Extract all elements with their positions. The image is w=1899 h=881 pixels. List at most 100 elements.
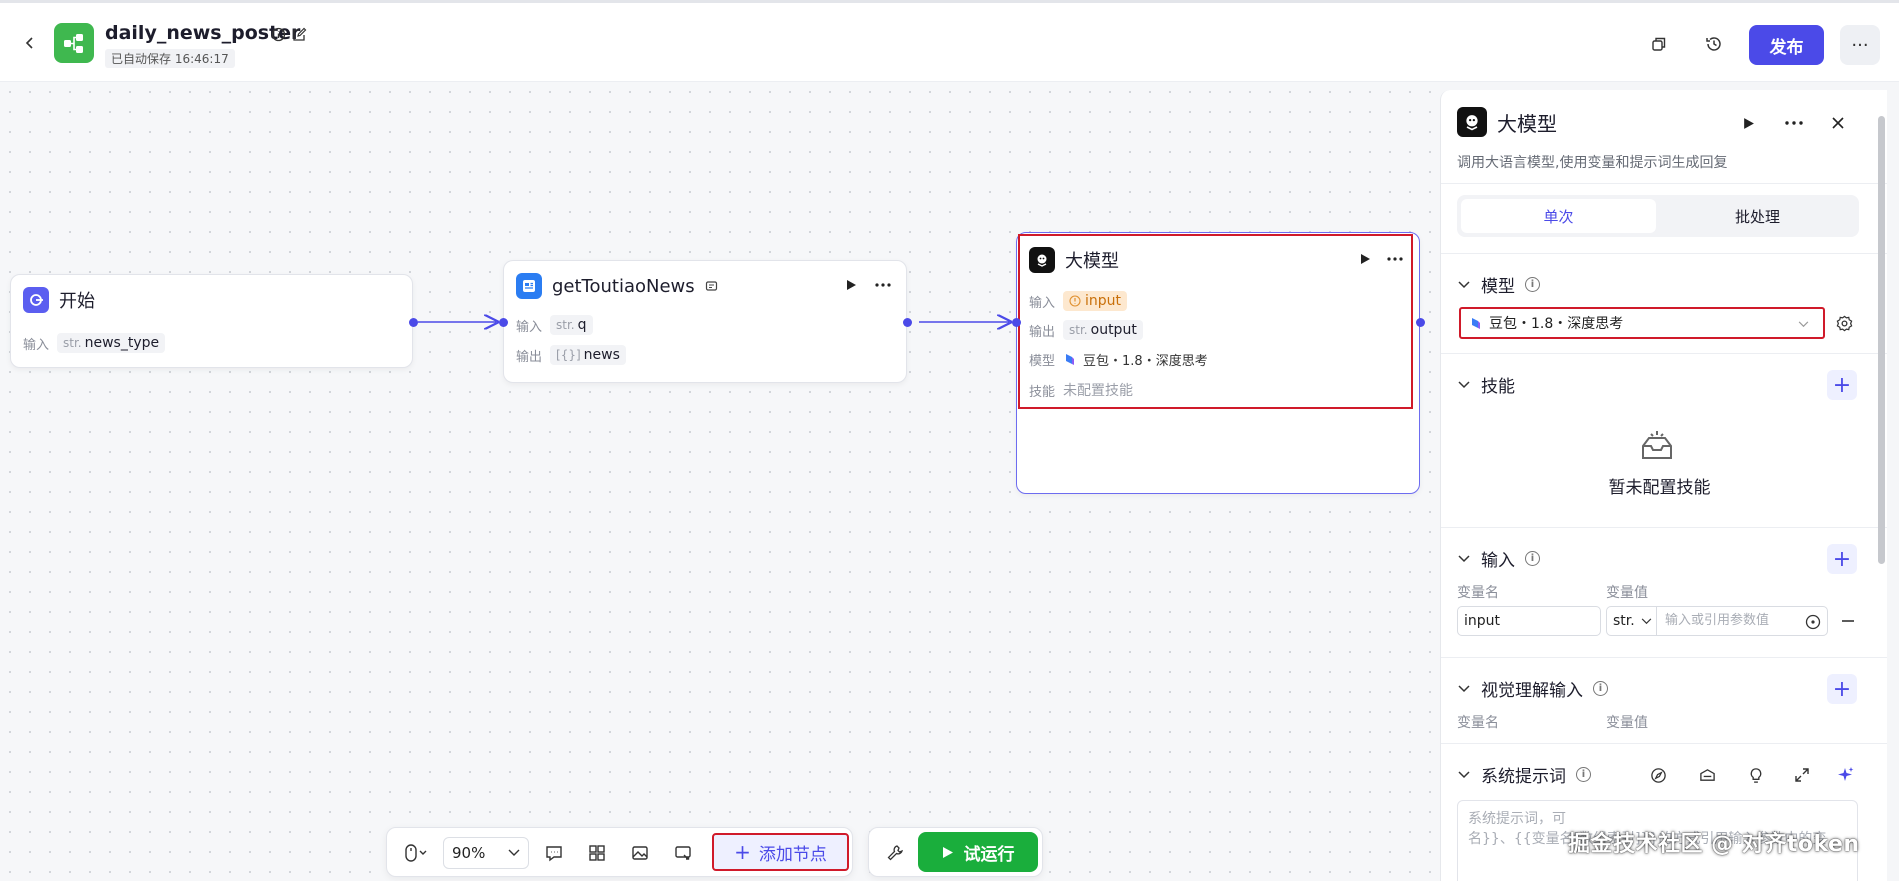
history-button[interactable] (1696, 26, 1732, 62)
workflow-canvas[interactable]: 开始 输入 str. news_type getToutiaoNews 输入 s… (0, 82, 1440, 881)
section-vision-header[interactable]: 视觉理解输入 i (1457, 676, 1608, 701)
param-name: input (1085, 293, 1122, 309)
autosave-status: 已自动保存 16:46:17 (105, 49, 235, 68)
news-output-port[interactable] (903, 318, 912, 327)
info-icon[interactable]: i (1576, 767, 1591, 782)
fit-view-button[interactable] (667, 837, 699, 869)
copy-button[interactable] (1641, 26, 1677, 62)
tab-batch[interactable]: 批处理 (1660, 199, 1855, 233)
add-skill-button[interactable]: + (1827, 370, 1857, 400)
add-node-button[interactable]: + 添加节点 (712, 833, 849, 871)
panel-more-button[interactable] (1781, 110, 1807, 136)
interaction-mode-button[interactable] (395, 837, 437, 869)
news-input-port[interactable] (499, 318, 508, 327)
warning-icon (1069, 295, 1081, 307)
prompt-template-button[interactable] (1696, 764, 1718, 786)
info-icon[interactable]: i (1525, 277, 1540, 292)
publish-button[interactable]: 发布 (1749, 25, 1824, 65)
add-node-label: 添加节点 (758, 844, 827, 865)
expand-prompt-button[interactable] (1791, 764, 1813, 786)
var-value-label: 变量值 (1606, 715, 1648, 731)
plus-icon: + (734, 840, 751, 864)
input-var-name-value: input (1464, 613, 1501, 629)
remove-input-button[interactable] (1837, 610, 1859, 632)
info-icon[interactable]: i (1593, 681, 1608, 696)
grid-icon (589, 845, 605, 861)
workflow-icon (64, 34, 83, 53)
llm-icon (1457, 107, 1487, 137)
play-icon (847, 280, 856, 290)
panel-scrollbar[interactable] (1878, 116, 1885, 564)
chevron-down-icon (1457, 552, 1471, 566)
plus-icon: + (1832, 546, 1852, 572)
node-news-input-row: 输入 str. q (516, 315, 593, 335)
divider (1441, 657, 1887, 658)
section-input-header[interactable]: 输入 i (1457, 546, 1540, 571)
compass-icon (1650, 767, 1666, 783)
add-input-button[interactable]: + (1827, 544, 1857, 574)
node-title: 大模型 (1065, 251, 1119, 272)
prompt-library-button[interactable] (1647, 764, 1669, 786)
more-options-button[interactable]: ··· (1840, 25, 1880, 65)
zoom-select[interactable]: 90% (443, 837, 529, 869)
chevron-left-icon (25, 37, 33, 49)
template-icon (1699, 768, 1715, 781)
node-start-header: 开始 (23, 287, 95, 313)
node-llm-output-row: 输出 str. output (1029, 320, 1143, 340)
back-button[interactable] (18, 31, 42, 55)
node-get-toutiao-news[interactable]: getToutiaoNews 输入 str. q 输出 [{}] news (503, 260, 907, 383)
section-model-header[interactable]: 模型 i (1457, 272, 1540, 297)
lightbulb-icon (1750, 767, 1762, 783)
node-more-button[interactable] (871, 273, 895, 297)
row-label: 输入 (516, 319, 543, 335)
prompt-tips-button[interactable] (1745, 764, 1767, 786)
mode-segmented-control: 单次 批处理 (1457, 195, 1859, 237)
expand-icon (1795, 768, 1809, 782)
llm-input-port[interactable] (1012, 318, 1021, 327)
add-vision-input-button[interactable]: + (1827, 674, 1857, 704)
run-node-button[interactable] (1353, 247, 1377, 271)
input-var-value-field[interactable]: str. 输入或引用参数值 (1606, 606, 1828, 636)
fit-view-icon (675, 846, 691, 860)
node-more-button[interactable] (1383, 247, 1407, 271)
ai-optimize-button[interactable] (1835, 764, 1857, 786)
node-llm[interactable]: 大模型 输入 input 输出 str. output 模型 豆包・1.8・深度… (1016, 232, 1420, 494)
panel-close-button[interactable] (1825, 110, 1851, 136)
tab-single[interactable]: 单次 (1461, 199, 1656, 233)
node-start-input-row: 输入 str. news_type (23, 333, 166, 353)
plus-icon: + (1832, 372, 1852, 398)
chevron-down-icon (1457, 768, 1471, 782)
node-start[interactable]: 开始 输入 str. news_type (10, 274, 413, 368)
param-chip: [{}] news (550, 345, 626, 365)
start-output-port[interactable] (409, 318, 418, 327)
edit-icon[interactable] (290, 25, 308, 43)
run-node-button[interactable] (839, 273, 863, 297)
param-chip: str. news_type (57, 333, 166, 353)
minimap-button[interactable] (624, 837, 656, 869)
layout-button[interactable] (581, 837, 613, 869)
info-icon[interactable]: i (1525, 551, 1540, 566)
llm-output-port[interactable] (1416, 318, 1425, 327)
section-skills-header[interactable]: 技能 (1457, 372, 1515, 397)
param-chip: str. q (550, 315, 593, 335)
type-select[interactable]: str. (1607, 607, 1657, 635)
model-select[interactable]: 豆包・1.8・深度思考 (1459, 307, 1825, 339)
comment-button[interactable] (538, 837, 570, 869)
node-title: getToutiaoNews (552, 275, 695, 297)
skills-empty-text: 未配置技能 (1063, 383, 1134, 399)
info-icon[interactable] (269, 25, 287, 43)
wrench-icon (887, 845, 904, 861)
test-run-button[interactable]: 试运行 (918, 832, 1038, 872)
section-system-prompt-header[interactable]: 系统提示词 i (1457, 762, 1591, 787)
play-icon (1361, 254, 1370, 264)
section-title: 系统提示词 (1481, 767, 1566, 787)
param-chip-warning: input (1063, 291, 1128, 311)
model-settings-button[interactable] (1833, 312, 1855, 334)
input-var-name-field[interactable]: input (1457, 606, 1601, 636)
chevron-down-icon (1641, 617, 1652, 624)
more-icon: ··· (1851, 34, 1869, 56)
debug-settings-button[interactable] (879, 837, 911, 869)
chevron-down-icon (1798, 321, 1809, 328)
sparkle-icon (1838, 767, 1854, 781)
panel-run-button[interactable] (1735, 110, 1761, 136)
